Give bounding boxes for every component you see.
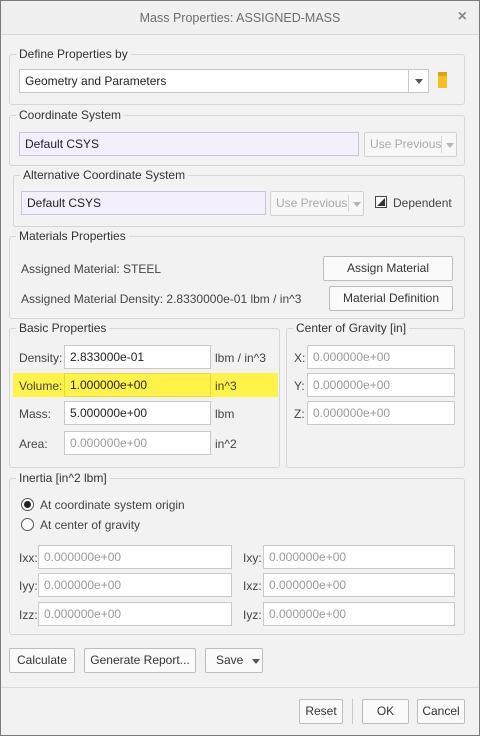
inertia-legend: Inertia [in^2 lbm]: [19, 471, 107, 485]
title-bar: Mass Properties: ASSIGNED-MASS ×: [1, 1, 479, 35]
iyz-label: Iyz:: [243, 608, 262, 622]
izz-label: Izz:: [19, 608, 38, 622]
cog-y-label: Y:: [294, 379, 305, 393]
chevron-down-icon: [415, 79, 423, 84]
use-previous-label: Use Previous: [370, 137, 442, 151]
split-divider: [441, 136, 442, 153]
iyz-field[interactable]: 0.000000e+00: [263, 602, 455, 626]
close-icon[interactable]: ×: [458, 8, 467, 26]
cog-x-label: X:: [294, 351, 306, 365]
materials-legend: Materials Properties: [19, 229, 126, 243]
density-unit: lbm / in^3: [215, 351, 266, 365]
mass-field[interactable]: 5.000000e+00: [64, 401, 211, 425]
coordinate-system-field[interactable]: Default CSYS: [19, 132, 359, 156]
assigned-density-text: Assigned Material Density: 2.8330000e-01…: [21, 292, 302, 306]
folder-icon-tab: [438, 72, 447, 76]
footer-divider: [1, 687, 479, 688]
iyy-label: Iyy:: [19, 579, 38, 593]
alt-use-previous-label: Use Previous: [276, 196, 348, 210]
chevron-down-icon: [353, 202, 361, 207]
window-title: Mass Properties: ASSIGNED-MASS: [139, 11, 341, 25]
cog-z-field[interactable]: 0.000000e+00: [307, 401, 455, 425]
chevron-down-icon: [446, 143, 454, 148]
basic-properties-legend: Basic Properties: [19, 321, 107, 335]
volume-label: Volume:: [19, 379, 63, 393]
save-label: Save: [216, 653, 244, 667]
ixz-label: Ixz:: [243, 579, 262, 593]
footer-separator: [352, 699, 353, 724]
material-definition-button[interactable]: Material Definition: [329, 286, 453, 311]
radio-origin-label: At coordinate system origin: [40, 498, 185, 512]
mass-unit: lbm: [215, 407, 235, 421]
area-label: Area:: [19, 437, 48, 451]
area-unit: in^2: [215, 437, 237, 451]
mass-properties-dialog: Mass Properties: ASSIGNED-MASS × Define …: [0, 0, 480, 736]
radio-center-of-gravity-label: At center of gravity: [40, 518, 141, 532]
cog-x-field[interactable]: 0.000000e+00: [307, 345, 455, 369]
assigned-material-text: Assigned Material: STEEL: [21, 262, 162, 276]
density-field[interactable]: 2.833000e-01: [64, 345, 211, 369]
ok-button[interactable]: OK: [362, 699, 409, 724]
ixy-field[interactable]: 0.000000e+00: [263, 545, 455, 569]
define-properties-dropdown-button[interactable]: [408, 69, 429, 93]
coordinate-system-legend: Coordinate System: [19, 108, 122, 122]
dependent-checkbox[interactable]: [375, 196, 387, 208]
mass-label: Mass:: [19, 407, 52, 421]
radio-center-of-gravity[interactable]: [21, 518, 34, 531]
ixx-field[interactable]: 0.000000e+00: [38, 545, 232, 569]
cancel-button[interactable]: Cancel: [417, 699, 465, 724]
define-properties-legend: Define Properties by: [19, 47, 128, 61]
use-previous-button[interactable]: Use Previous: [364, 132, 457, 157]
calculate-button[interactable]: Calculate: [9, 648, 75, 673]
center-of-gravity-legend: Center of Gravity [in]: [296, 321, 407, 335]
iyy-field[interactable]: 0.000000e+00: [38, 573, 232, 597]
alt-use-previous-button[interactable]: Use Previous: [270, 191, 364, 216]
ixz-field[interactable]: 0.000000e+00: [263, 573, 455, 597]
ixx-label: Ixx:: [19, 551, 38, 565]
area-field[interactable]: 0.000000e+00: [64, 431, 211, 455]
split-divider: [348, 195, 349, 212]
cog-y-field[interactable]: 0.000000e+00: [307, 373, 455, 397]
chevron-down-icon: [252, 659, 260, 664]
alt-coordinate-system-legend: Alternative Coordinate System: [23, 168, 186, 182]
generate-report-button[interactable]: Generate Report...: [84, 648, 196, 673]
alt-coordinate-system-field[interactable]: Default CSYS: [21, 191, 266, 215]
reset-button[interactable]: Reset: [299, 699, 343, 724]
density-label: Density:: [19, 351, 63, 365]
save-button[interactable]: Save: [205, 648, 263, 673]
radio-origin[interactable]: [21, 498, 34, 511]
izz-field[interactable]: 0.000000e+00: [38, 602, 232, 626]
volume-field[interactable]: 1.000000e+00: [64, 373, 211, 397]
ixy-label: Ixy:: [243, 551, 262, 565]
assign-material-button[interactable]: Assign Material: [323, 256, 453, 281]
folder-icon[interactable]: [438, 72, 447, 88]
volume-unit: in^3: [215, 379, 237, 393]
cog-z-label: Z:: [294, 407, 305, 421]
define-properties-select[interactable]: Geometry and Parameters: [19, 69, 429, 93]
dependent-label: Dependent: [393, 196, 452, 210]
